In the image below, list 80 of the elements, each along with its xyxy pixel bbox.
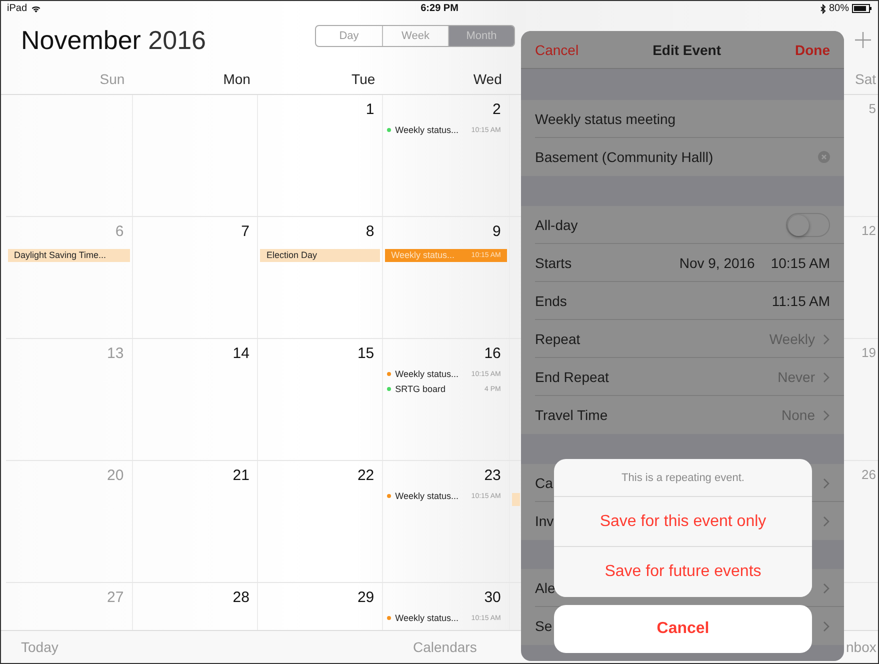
day-number: 15 (357, 344, 374, 364)
row-value: 11:15 AM (772, 293, 830, 309)
day-number: 16 (484, 344, 501, 364)
day-cell[interactable]: 8 Election Day (258, 216, 384, 338)
device-name: iPad (7, 3, 28, 14)
event-title: Election Day (266, 250, 317, 260)
day-number: 22 (357, 466, 374, 486)
day-number: 14 (232, 344, 250, 364)
weekday-label: Mon (223, 70, 250, 87)
day-cell[interactable]: 6 Daylight Saving Time... (6, 216, 133, 338)
popover-title: Edit Event (652, 42, 722, 58)
event-title-field[interactable]: Weekly status meeting (535, 111, 676, 127)
chevron-right-icon[interactable] (823, 582, 830, 594)
event-title: Weekly status... (391, 250, 455, 260)
day-number: 13 (107, 344, 124, 364)
chevron-right-icon[interactable] (823, 516, 830, 526)
event-title[interactable]: Weekly status... (395, 613, 459, 624)
row-label: All-day (535, 217, 578, 233)
day-number: 6 (115, 222, 124, 242)
settings-row[interactable]: Starts Nov 9, 2016 10:15 AM (521, 244, 844, 282)
row-label: Ca (535, 475, 553, 491)
day-number: 1 (366, 100, 374, 120)
day-number: 29 (357, 588, 374, 608)
chevron-right-icon[interactable] (823, 620, 830, 632)
event-title: Daylight Saving Time... (14, 250, 106, 260)
battery-percent: 80% (829, 3, 850, 14)
day-number: 27 (107, 588, 124, 608)
weekday-label: Sun (100, 70, 125, 87)
weekday-label: Tue (352, 70, 376, 87)
day-number: 26 (862, 466, 876, 482)
weekday-label: Sat (854, 70, 876, 87)
day-number: 30 (484, 588, 501, 608)
battery-icon (852, 4, 872, 14)
row-value: Nov 9, 2016 (679, 255, 755, 271)
day-number: 19 (862, 344, 876, 360)
event-title[interactable]: Weekly status... (395, 369, 459, 380)
clock-time: 6:29 PM (420, 3, 458, 14)
all-day-switch[interactable] (786, 213, 830, 237)
chevron-right-icon[interactable] (823, 372, 830, 382)
row-label: Starts (535, 255, 572, 271)
event-bar[interactable]: Daylight Saving Time... (8, 248, 130, 262)
row-label: Inv (535, 513, 554, 529)
day-cell[interactable]: 7 (132, 216, 258, 338)
day-number: 20 (107, 466, 124, 486)
day-number: 2 (492, 100, 501, 120)
event-title[interactable]: SRTG board (395, 384, 446, 394)
settings-row[interactable]: Ends 11:15 AM (521, 282, 844, 320)
weekday-label: Wed (473, 70, 502, 87)
plus-icon[interactable] (855, 32, 871, 48)
day-number: 23 (484, 466, 501, 486)
sheet-cancel-button[interactable]: Cancel (554, 605, 812, 653)
row-label: End Repeat (535, 369, 609, 385)
day-cell[interactable]: 14 (132, 338, 258, 460)
day-number: 28 (232, 588, 250, 608)
event-title[interactable]: Weekly status... (395, 491, 459, 502)
chevron-right-icon[interactable] (823, 334, 830, 344)
event-title[interactable]: Weekly status... (395, 125, 459, 136)
day-cell[interactable]: 1 (258, 94, 384, 216)
row-label: Travel Time (535, 407, 608, 423)
day-cell[interactable]: 15 (258, 338, 384, 460)
day-number: 12 (862, 222, 876, 238)
day-cell[interactable]: 22 (258, 460, 384, 582)
row-label: Repeat (535, 331, 580, 347)
row-label: Ends (535, 293, 567, 309)
chevron-right-icon[interactable] (823, 410, 830, 420)
chevron-right-icon[interactable] (823, 478, 830, 488)
day-number: 21 (232, 466, 250, 486)
wifi-icon (31, 4, 42, 13)
day-number: 9 (492, 222, 501, 242)
day-number: 8 (366, 222, 374, 242)
day-cell[interactable]: 21 (132, 460, 258, 582)
clear-icon[interactable] (818, 151, 830, 163)
bluetooth-icon (820, 4, 826, 14)
row-label: Se (535, 618, 552, 634)
row-value: 10:15 AM (770, 255, 830, 271)
day-number: 7 (241, 222, 250, 242)
row-label: Ale (535, 580, 556, 596)
day-number: 5 (868, 100, 876, 116)
month-title: November 2016 (21, 24, 208, 56)
event-bar[interactable]: Election Day (260, 248, 380, 262)
